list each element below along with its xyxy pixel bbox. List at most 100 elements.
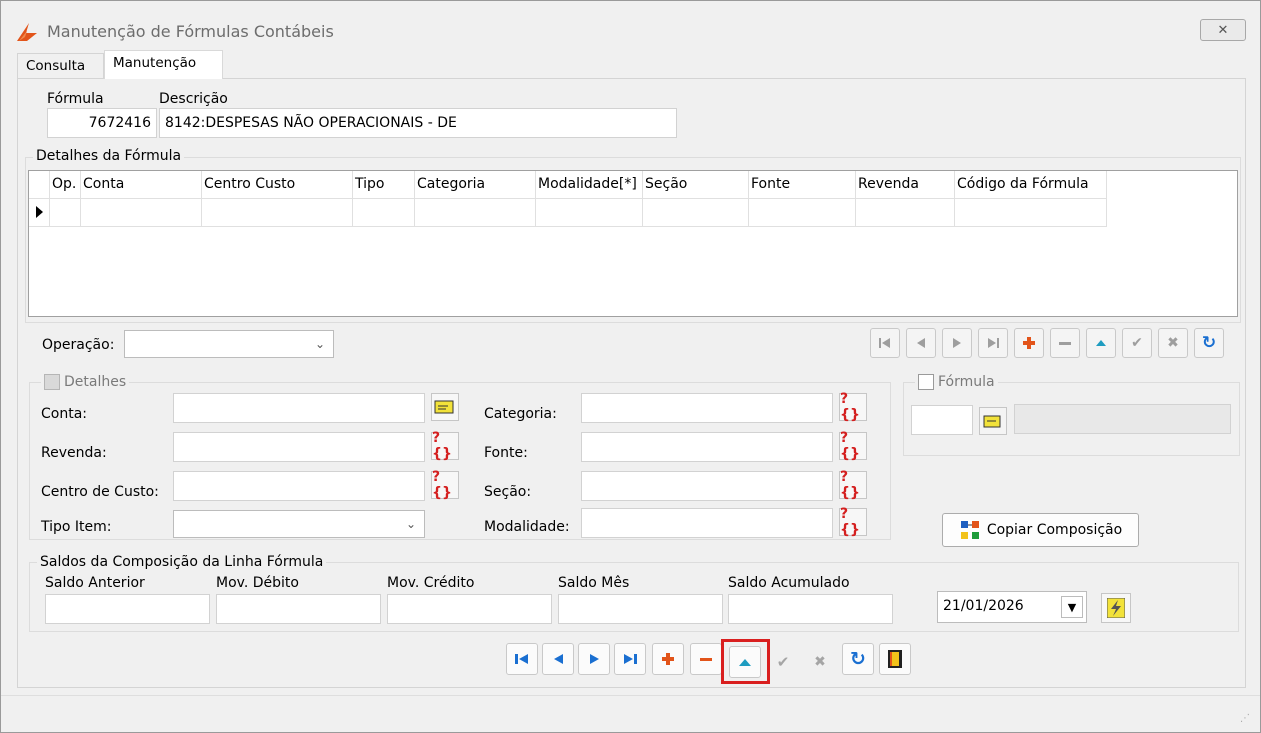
- descricao-field[interactable]: 8142:DESPESAS NÃO OPERACIONAIS - DE: [159, 108, 677, 138]
- saldo-mes-field: [558, 594, 723, 624]
- fonte-lookup-button[interactable]: ?{}: [839, 430, 867, 462]
- table-cell[interactable]: [955, 199, 1107, 227]
- column-header[interactable]: Centro Custo: [202, 171, 353, 199]
- date-dropdown-button[interactable]: ▼: [1061, 596, 1083, 618]
- chevron-down-icon: ⌄: [405, 517, 416, 531]
- column-header[interactable]: Op.: [50, 171, 81, 199]
- detalhes-checkbox[interactable]: [44, 374, 60, 390]
- first-record-button[interactable]: [506, 643, 538, 675]
- formula-desc-field: [1014, 404, 1231, 434]
- tab-consulta[interactable]: Consulta: [17, 53, 104, 78]
- table-cell[interactable]: [81, 199, 202, 227]
- copiar-composicao-label: Copiar Composição: [986, 522, 1123, 538]
- revenda-field[interactable]: [173, 432, 425, 462]
- table-cell[interactable]: [856, 199, 955, 227]
- detail-first-button[interactable]: [870, 328, 900, 358]
- last-record-button[interactable]: [614, 643, 646, 675]
- detail-next-button[interactable]: [942, 328, 972, 358]
- copiar-composicao-button[interactable]: Copiar Composição: [942, 513, 1139, 547]
- detail-prior-button[interactable]: [906, 328, 936, 358]
- copy-composition-icon: [960, 521, 979, 539]
- next-record-button[interactable]: [578, 643, 610, 675]
- formula-group-title: Fórmula: [938, 374, 995, 390]
- formula-lookup-button[interactable]: [979, 407, 1007, 435]
- fonte-field[interactable]: [581, 432, 833, 462]
- check-icon: ✔: [776, 653, 790, 671]
- saldos-title: Saldos da Composição da Linha Fórmula: [37, 554, 327, 570]
- cancel-record-button[interactable]: ✖: [804, 646, 836, 678]
- conta-field[interactable]: [173, 393, 425, 423]
- table-cell[interactable]: [353, 199, 415, 227]
- categoria-field[interactable]: [581, 393, 833, 423]
- modalidade-field[interactable]: [581, 508, 833, 538]
- plus-icon: [662, 653, 674, 665]
- table-cell[interactable]: [50, 199, 81, 227]
- detail-last-button[interactable]: [978, 328, 1008, 358]
- table-cell[interactable]: [643, 199, 749, 227]
- centro-custo-lookup-button[interactable]: ?{}: [431, 469, 459, 501]
- grid-header: Op. Conta Centro Custo Tipo Categoria Mo…: [29, 171, 1107, 199]
- column-header[interactable]: Tipo: [353, 171, 415, 199]
- detail-edit-button[interactable]: [1086, 328, 1116, 358]
- conta-lookup-button[interactable]: [431, 393, 459, 421]
- prior-record-button[interactable]: [542, 643, 574, 675]
- date-picker[interactable]: 21/01/2026 ▼: [937, 591, 1087, 623]
- descricao-label: Descrição: [159, 91, 228, 107]
- delete-record-button[interactable]: [690, 643, 722, 675]
- lookup-icon: ?{}: [432, 469, 452, 501]
- column-header[interactable]: Revenda: [856, 171, 955, 199]
- secao-field[interactable]: [581, 471, 833, 501]
- saldo-acumulado-label: Saldo Acumulado: [728, 575, 850, 591]
- column-header[interactable]: Seção: [643, 171, 749, 199]
- insert-record-button[interactable]: [652, 643, 684, 675]
- next-icon: [590, 654, 599, 664]
- tab-manutencao[interactable]: Manutenção: [104, 50, 223, 79]
- plus-icon: [1023, 337, 1035, 349]
- column-header[interactable]: Modalidade[*]: [536, 171, 643, 199]
- centro-custo-field[interactable]: [173, 471, 425, 501]
- table-row[interactable]: [29, 199, 1107, 227]
- categoria-lookup-button[interactable]: ?{}: [839, 391, 867, 423]
- tipo-item-select[interactable]: ⌄: [173, 510, 425, 538]
- post-record-button[interactable]: ✔: [767, 646, 799, 678]
- check-icon: ✔: [1131, 335, 1143, 351]
- formula-code-field[interactable]: 7672416: [47, 108, 157, 138]
- table-cell[interactable]: [536, 199, 643, 227]
- column-header[interactable]: Fonte: [749, 171, 856, 199]
- detail-insert-button[interactable]: [1014, 328, 1044, 358]
- table-cell[interactable]: [415, 199, 536, 227]
- secao-lookup-button[interactable]: ?{}: [839, 469, 867, 501]
- prior-icon: [917, 338, 925, 348]
- last-icon: [624, 654, 637, 664]
- exit-button[interactable]: [879, 643, 911, 675]
- close-button[interactable]: ✕: [1200, 19, 1246, 41]
- formula-checkbox[interactable]: [918, 374, 934, 390]
- column-header[interactable]: Código da Fórmula: [955, 171, 1107, 199]
- categoria-label: Categoria:: [484, 406, 557, 422]
- detalhes-formula-grid[interactable]: Op. Conta Centro Custo Tipo Categoria Mo…: [28, 170, 1238, 317]
- detail-post-button[interactable]: ✔: [1122, 328, 1152, 358]
- column-header[interactable]: Conta: [81, 171, 202, 199]
- lookup-icon: ?{}: [840, 506, 860, 538]
- resize-grip-icon: ⋰: [1240, 713, 1250, 724]
- first-icon: [515, 654, 528, 664]
- saldo-anterior-field: [45, 594, 210, 624]
- detail-refresh-button[interactable]: ↻: [1194, 328, 1224, 358]
- operacao-select[interactable]: ⌄: [124, 330, 334, 358]
- mov-debito-field: [216, 594, 381, 624]
- calculate-balance-button[interactable]: [1101, 593, 1131, 623]
- cancel-x-icon: ✖: [1167, 335, 1179, 351]
- refresh-button[interactable]: ↻: [842, 643, 874, 675]
- modalidade-lookup-button[interactable]: ?{}: [839, 506, 867, 538]
- app-logo-icon: [17, 23, 37, 41]
- detail-delete-button[interactable]: [1050, 328, 1080, 358]
- saldo-acumulado-field: [728, 594, 893, 624]
- table-cell[interactable]: [202, 199, 353, 227]
- secao-label: Seção:: [484, 484, 532, 500]
- detail-cancel-button[interactable]: ✖: [1158, 328, 1188, 358]
- minus-icon: [1059, 342, 1071, 345]
- column-header[interactable]: Categoria: [415, 171, 536, 199]
- formula-ref-field[interactable]: [911, 405, 973, 435]
- revenda-lookup-button[interactable]: ?{}: [431, 430, 459, 462]
- table-cell[interactable]: [749, 199, 856, 227]
